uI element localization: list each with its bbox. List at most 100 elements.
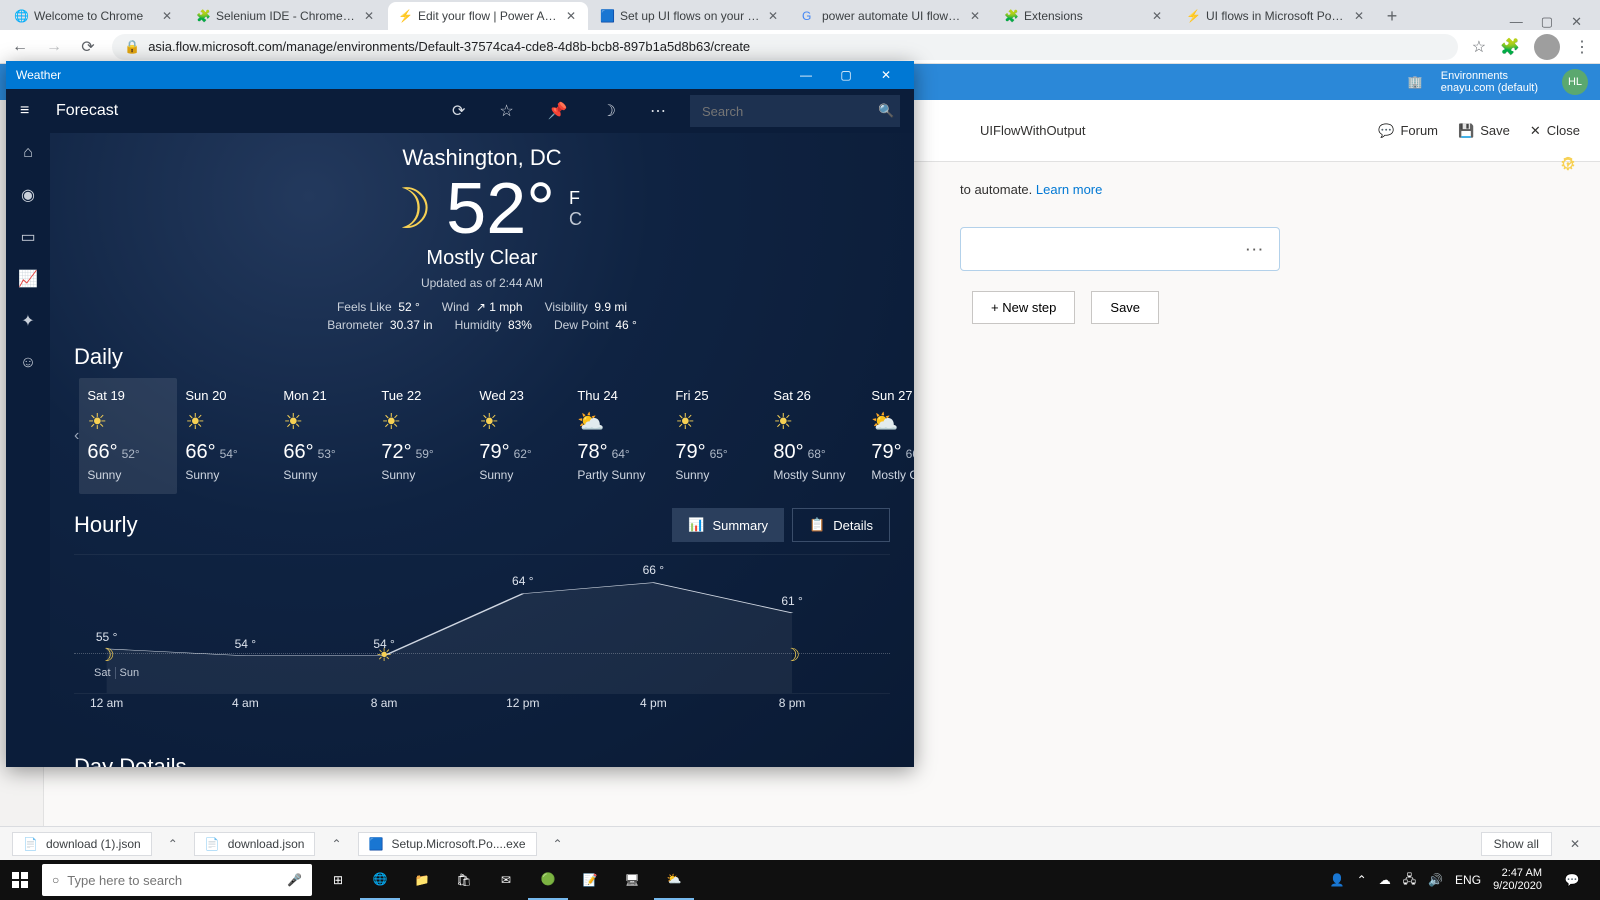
chevron-up-icon[interactable]: ⌃: [162, 837, 184, 851]
hamburger-icon[interactable]: ≡: [20, 102, 44, 120]
people-icon[interactable]: 👤: [1330, 873, 1345, 887]
summary-tab[interactable]: 📊 Summary: [672, 508, 784, 542]
close-button[interactable]: ✕: [1571, 14, 1582, 30]
forward-button[interactable]: →: [44, 37, 64, 57]
learn-more-link[interactable]: Learn more: [1036, 182, 1102, 197]
weather-titlebar[interactable]: Weather — ▢ ✕: [6, 61, 914, 89]
download-item[interactable]: 🟦 Setup.Microsoft.Po....exe: [358, 832, 537, 856]
menu-icon[interactable]: ⋮: [1574, 37, 1590, 57]
close-icon[interactable]: ✕: [160, 9, 174, 23]
bookmark-icon[interactable]: ☆: [1472, 37, 1486, 57]
favorites-icon[interactable]: ✦: [18, 311, 38, 331]
maps-icon[interactable]: ◉: [18, 185, 38, 205]
network-icon[interactable]: 🖧: [1403, 870, 1416, 891]
tab-extensions[interactable]: 🧩Extensions✕: [994, 2, 1174, 30]
environment-icon[interactable]: 🏢: [1408, 75, 1423, 89]
minimize-button[interactable]: —: [1510, 14, 1523, 30]
close-icon[interactable]: ✕: [564, 9, 578, 23]
maximize-button[interactable]: ▢: [1541, 14, 1553, 30]
new-step-button[interactable]: + New step: [972, 291, 1075, 324]
start-button[interactable]: [0, 860, 40, 900]
language-indicator[interactable]: ENG: [1455, 873, 1481, 887]
download-item[interactable]: 📄 download (1).json: [12, 832, 152, 856]
hourly-chart[interactable]: SatSun ☽ ☀ ☽ 55 °54 °54 °64 °66 °61 °: [74, 554, 890, 694]
volume-icon[interactable]: 🔊: [1428, 873, 1443, 887]
weather-icon[interactable]: ⛅: [654, 860, 694, 900]
store-icon[interactable]: 🛍: [444, 860, 484, 900]
vm-icon[interactable]: 🖥: [612, 860, 652, 900]
unit-c[interactable]: C: [569, 209, 582, 230]
details-tab[interactable]: 📋 Details: [792, 508, 890, 542]
minimize-button[interactable]: —: [788, 63, 824, 87]
action-center-icon[interactable]: 💬: [1554, 860, 1590, 900]
flow-name[interactable]: UIFlowWithOutput: [980, 123, 1085, 138]
edge-icon[interactable]: 🌐: [360, 860, 400, 900]
help-icon[interactable]: ?: [1558, 154, 1578, 175]
new-tab-button[interactable]: +: [1378, 2, 1406, 30]
feedback-icon[interactable]: ☺: [18, 353, 38, 373]
pin-icon[interactable]: 📌: [548, 101, 568, 121]
chevron-up-icon[interactable]: ⌃: [325, 837, 347, 851]
daily-card[interactable]: Mon 21☀66°53°Sunny: [275, 378, 373, 494]
onedrive-icon[interactable]: ☁: [1379, 873, 1391, 887]
daily-card[interactable]: Sat 19☀66°52°Sunny: [79, 378, 177, 494]
show-all-button[interactable]: Show all: [1481, 832, 1552, 856]
search-icon[interactable]: 🔍: [878, 103, 894, 119]
daily-card[interactable]: Thu 24⛅78°64°Partly Sunny: [569, 378, 667, 494]
maximize-button[interactable]: ▢: [828, 63, 864, 87]
flow-step-card[interactable]: ···: [960, 227, 1280, 271]
tab-google-search[interactable]: Gpower automate UI flow require✕: [792, 2, 992, 30]
daily-card[interactable]: Fri 25☀79°65°Sunny: [667, 378, 765, 494]
taskbar-search-input[interactable]: [67, 873, 279, 888]
forecast-icon[interactable]: ⌂: [18, 143, 38, 163]
mic-icon[interactable]: 🎤: [287, 873, 302, 887]
explorer-icon[interactable]: 📁: [402, 860, 442, 900]
trends-icon[interactable]: 📈: [18, 269, 38, 289]
tab-selenium[interactable]: 🧩Selenium IDE - Chrome Web Sto…✕: [186, 2, 386, 30]
save-flow-button[interactable]: Save: [1091, 291, 1159, 324]
daily-card[interactable]: Sun 27⛅79°66°Mostly Cloudy: [863, 378, 914, 494]
close-button[interactable]: ✕ Close: [1530, 123, 1580, 139]
close-icon[interactable]: ✕: [362, 9, 376, 23]
tab-setup-uiflows[interactable]: 🟦Set up UI flows on your device -✕: [590, 2, 790, 30]
tray-chevron-icon[interactable]: ⌃: [1357, 873, 1367, 887]
close-icon[interactable]: ✕: [766, 9, 780, 23]
close-icon[interactable]: ✕: [1352, 9, 1366, 23]
favorite-icon[interactable]: ☆: [499, 101, 513, 121]
history-icon[interactable]: ▭: [18, 227, 38, 247]
url-input[interactable]: 🔒 asia.flow.microsoft.com/manage/environ…: [112, 34, 1458, 60]
clock[interactable]: 2:47 AM 9/20/2020: [1493, 867, 1542, 892]
unit-f[interactable]: F: [569, 188, 582, 209]
mail-icon[interactable]: ✉: [486, 860, 526, 900]
profile-avatar[interactable]: [1534, 34, 1560, 60]
moon-icon[interactable]: ☽: [602, 101, 616, 121]
daily-card[interactable]: Sat 26☀80°68°Mostly Sunny: [765, 378, 863, 494]
chrome-icon[interactable]: 🟢: [528, 860, 568, 900]
refresh-icon[interactable]: ⟳: [452, 101, 465, 121]
notepad-icon[interactable]: 📝: [570, 860, 610, 900]
save-button[interactable]: 💾 Save: [1458, 123, 1510, 139]
daily-card[interactable]: Wed 23☀79°62°Sunny: [471, 378, 569, 494]
close-icon[interactable]: ✕: [1150, 9, 1164, 23]
daily-card[interactable]: Sun 20☀66°54°Sunny: [177, 378, 275, 494]
forum-link[interactable]: 💬 Forum: [1378, 123, 1438, 139]
back-button[interactable]: ←: [10, 37, 30, 57]
task-view-icon[interactable]: ⊞: [318, 860, 358, 900]
search-input[interactable]: [702, 104, 878, 119]
close-icon[interactable]: ✕: [968, 9, 982, 23]
tab-uiflows-docs[interactable]: ⚡UI flows in Microsoft Power Auto✕: [1176, 2, 1376, 30]
tab-welcome[interactable]: 🌐Welcome to Chrome✕: [4, 2, 184, 30]
environment-picker[interactable]: Environments enayu.com (default): [1441, 70, 1538, 94]
extensions-icon[interactable]: 🧩: [1500, 37, 1520, 57]
download-item[interactable]: 📄 download.json: [194, 832, 316, 856]
tab-power-automate[interactable]: ⚡Edit your flow | Power Automate✕: [388, 2, 588, 30]
more-icon[interactable]: ⋯: [650, 101, 666, 121]
daily-card[interactable]: Tue 22☀72°59°Sunny: [373, 378, 471, 494]
reload-button[interactable]: ⟳: [78, 37, 98, 57]
close-button[interactable]: ✕: [868, 63, 904, 87]
more-icon[interactable]: ···: [1246, 242, 1265, 257]
close-shelf-button[interactable]: ✕: [1562, 837, 1588, 851]
search-box[interactable]: 🔍: [690, 95, 900, 127]
chevron-up-icon[interactable]: ⌃: [547, 837, 569, 851]
taskbar-search[interactable]: ○ 🎤: [42, 864, 312, 896]
